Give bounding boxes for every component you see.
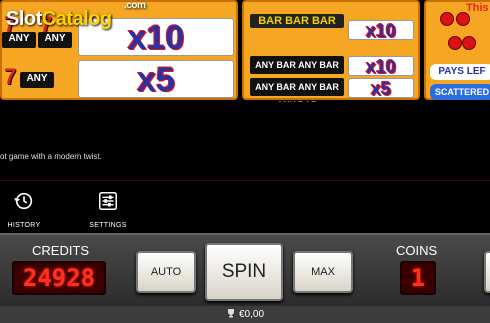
watermark-slot: Slot — [6, 8, 42, 30]
max-button[interactable]: MAX — [293, 251, 353, 293]
history-button[interactable]: HISTORY — [4, 190, 44, 232]
any-symbol: ANY — [20, 72, 54, 88]
watermark-logo: SlotCatalog .com — [6, 0, 146, 31]
bar-symbol-row: BAR BAR BAR — [250, 14, 344, 28]
control-console: CREDITS 24928 AUTO SPIN MAX COINS 1 — [0, 233, 490, 306]
paytable-panel-mid: BAR BAR BAR x10 ANY BAR ANY BAR ANY BAR … — [242, 0, 420, 102]
history-icon — [14, 192, 33, 210]
settings-label: SETTINGS — [89, 222, 127, 229]
scattered-label: SCATTERED — [430, 84, 490, 100]
seven-symbol: 7 — [4, 64, 17, 89]
cherry-icon — [456, 12, 470, 26]
coins-label: COINS — [396, 243, 438, 258]
any-bar-symbol-row: ANY BAR ANY BAR ANY BAR — [250, 78, 344, 102]
any-symbol: ANY — [38, 32, 72, 48]
paytable: 7 7 ANY ANY x10 7 ANY x5 BAR BAR BAR x10… — [0, 0, 490, 102]
settings-button[interactable]: SETTINGS — [88, 190, 128, 232]
cherry-icon — [462, 36, 476, 50]
watermark-catalog: Catalog — [41, 8, 112, 30]
any-bar-symbol-row: ANY BAR ANY BAR ANY BAR — [250, 56, 344, 88]
pays-left-label: PAYS LEF — [430, 64, 490, 80]
settings-sliders-icon — [99, 192, 117, 210]
coins-increase-button[interactable] — [484, 251, 490, 293]
history-label: HISTORY — [7, 222, 41, 229]
auto-button[interactable]: AUTO — [136, 251, 196, 293]
prize-value: x5 — [78, 60, 234, 99]
divider — [0, 180, 490, 181]
game-description: ot game with a modern twist. — [0, 152, 102, 161]
credits-label: CREDITS — [32, 243, 90, 258]
credits-display: 24928 — [12, 261, 106, 295]
cherry-icon — [448, 36, 462, 50]
this-link[interactable]: This — [466, 2, 489, 14]
coins-display: 1 — [400, 261, 436, 295]
prize-value: x5 — [348, 78, 414, 99]
prize-value: x10 — [348, 20, 414, 41]
trophy-icon — [227, 309, 234, 318]
spin-button[interactable]: SPIN — [205, 243, 283, 301]
watermark-com: .com — [124, 0, 146, 11]
status-bar: €0,00 — [0, 306, 490, 323]
cherry-icon — [440, 12, 454, 26]
win-amount: €0,00 — [238, 309, 265, 320]
prize-value: x10 — [348, 56, 414, 77]
any-symbol: ANY — [2, 32, 36, 48]
